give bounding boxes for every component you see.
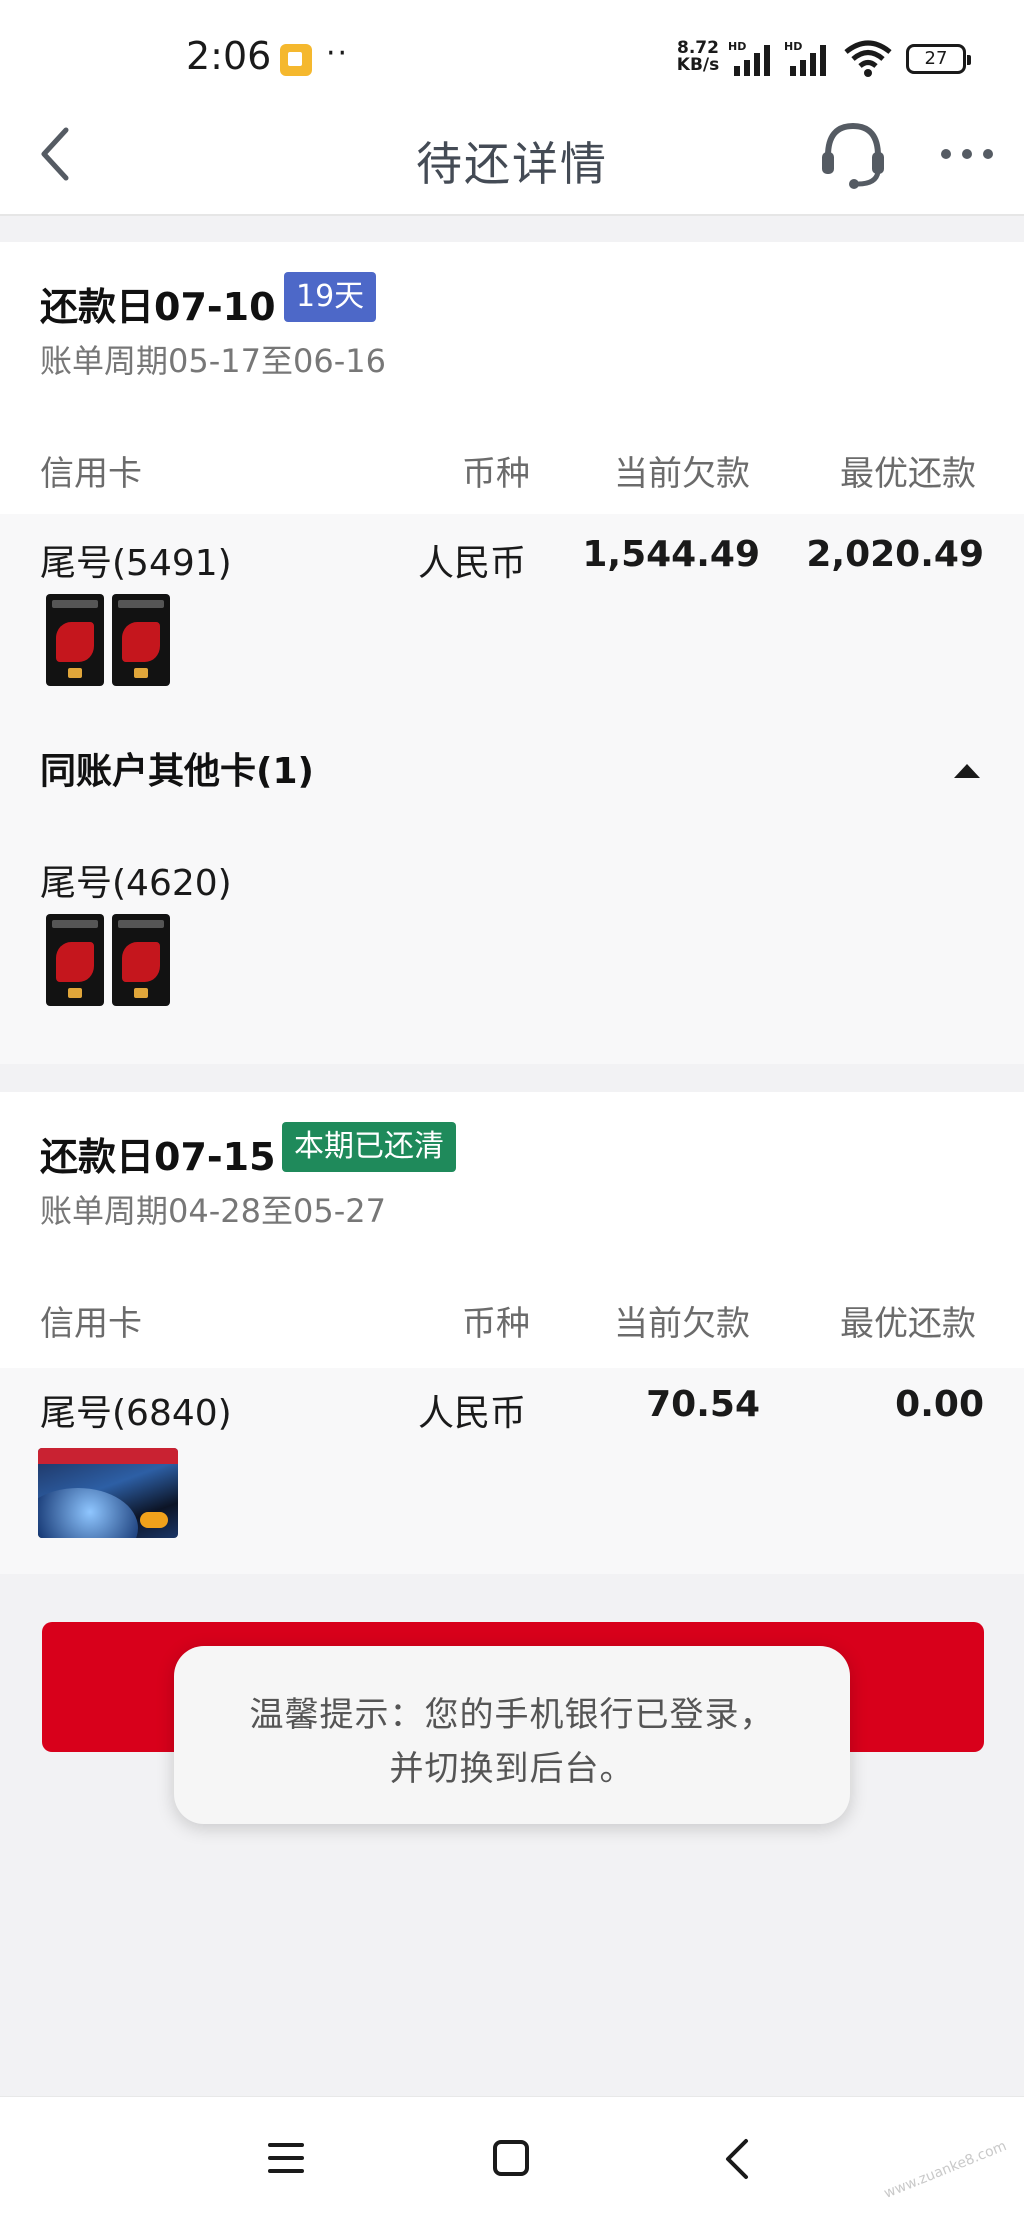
status-time: 2:06 <box>186 34 272 78</box>
credit-card-image <box>46 914 104 1006</box>
table-row[interactable]: 尾号(5491) 人民币 1,544.49 2,020.49 <box>0 514 1024 714</box>
bill-section-0710: 还款日07-10 19天 账单周期05-17至06-16 信用卡 币种 当前欠款… <box>0 242 1024 1064</box>
table-row[interactable]: 尾号(6840) 人民币 70.54 0.00 <box>0 1368 1024 1574</box>
collapse-caret-icon[interactable] <box>954 764 980 778</box>
card-rows: 尾号(5491) 人民币 1,544.49 2,020.49 同账户其他卡(1)… <box>0 514 1024 1064</box>
card-number: 尾号(4620) <box>40 863 232 904</box>
signal-hd-label: HD <box>728 40 746 53</box>
toast-line-2: 并切换到后台。 <box>389 1749 635 1789</box>
header-currency: 币种 <box>462 454 530 494</box>
credit-card-image <box>38 1448 178 1538</box>
wifi-icon <box>844 40 892 77</box>
network-speed: 8.72 KB/s <box>676 40 720 74</box>
best-payment: 2,020.49 <box>806 534 984 575</box>
bill-cycle: 账单周期04-28至05-27 <box>40 1192 386 1230</box>
due-date-title: 还款日07-10 <box>40 285 276 329</box>
current-debt: 1,544.49 <box>582 534 760 575</box>
paid-status-badge: 本期已还清 <box>282 1122 456 1172</box>
header-current-debt: 当前欠款 <box>614 454 750 494</box>
current-debt: 70.54 <box>646 1384 760 1425</box>
card-number: 尾号(5491) <box>40 543 232 584</box>
currency: 人民币 <box>418 543 527 584</box>
bill-cycle: 账单周期05-17至06-16 <box>40 342 386 380</box>
signal-icon: HD <box>728 40 770 76</box>
header-best-payment: 最优还款 <box>840 1304 976 1344</box>
credit-card-image <box>46 594 104 686</box>
bill-section-0715: 还款日07-15 本期已还清 账单周期04-28至05-27 信用卡 币种 当前… <box>0 1092 1024 1574</box>
best-payment: 0.00 <box>895 1384 984 1425</box>
customer-service-icon[interactable] <box>818 118 888 190</box>
other-cards-header[interactable]: 同账户其他卡(1) <box>0 742 1024 802</box>
toast-line-1: 温馨提示：您的手机银行已登录， <box>249 1695 775 1735</box>
credit-card-image-back <box>112 594 170 686</box>
toast-message: 温馨提示：您的手机银行已登录， 并切换到后台。 <box>174 1646 850 1824</box>
days-left-badge: 19天 <box>284 272 377 322</box>
menu-icon[interactable] <box>268 2141 304 2175</box>
network-speed-unit: KB/s <box>676 55 720 75</box>
signal-hd-label-2: HD <box>784 40 802 53</box>
system-nav-bar <box>0 2096 1024 2219</box>
home-icon[interactable] <box>492 2139 530 2177</box>
other-cards-title: 同账户其他卡(1) <box>40 751 314 792</box>
more-icon[interactable] <box>938 144 996 164</box>
due-date-title: 还款日07-15 <box>40 1135 276 1179</box>
battery-icon: 27 <box>906 44 971 74</box>
system-back-icon[interactable] <box>722 2137 752 2181</box>
header-current-debt: 当前欠款 <box>614 1304 750 1344</box>
card-number: 尾号(6840) <box>40 1393 232 1434</box>
header-card: 信用卡 <box>40 454 142 494</box>
table-row[interactable]: 尾号(4620) <box>0 844 1024 1034</box>
nav-bar: 待还详情 <box>0 100 1024 216</box>
header-currency: 币种 <box>462 1304 530 1344</box>
header-card: 信用卡 <box>40 1304 142 1344</box>
notification-app-icon <box>280 44 312 76</box>
status-bar: 2:06 ·· 8.72 KB/s HD HD 27 <box>0 0 1024 100</box>
currency: 人民币 <box>418 1393 527 1434</box>
status-more-dots: ·· <box>326 36 350 71</box>
credit-card-image-back <box>112 914 170 1006</box>
header-best-payment: 最优还款 <box>840 454 976 494</box>
signal-icon-2: HD <box>784 40 826 76</box>
